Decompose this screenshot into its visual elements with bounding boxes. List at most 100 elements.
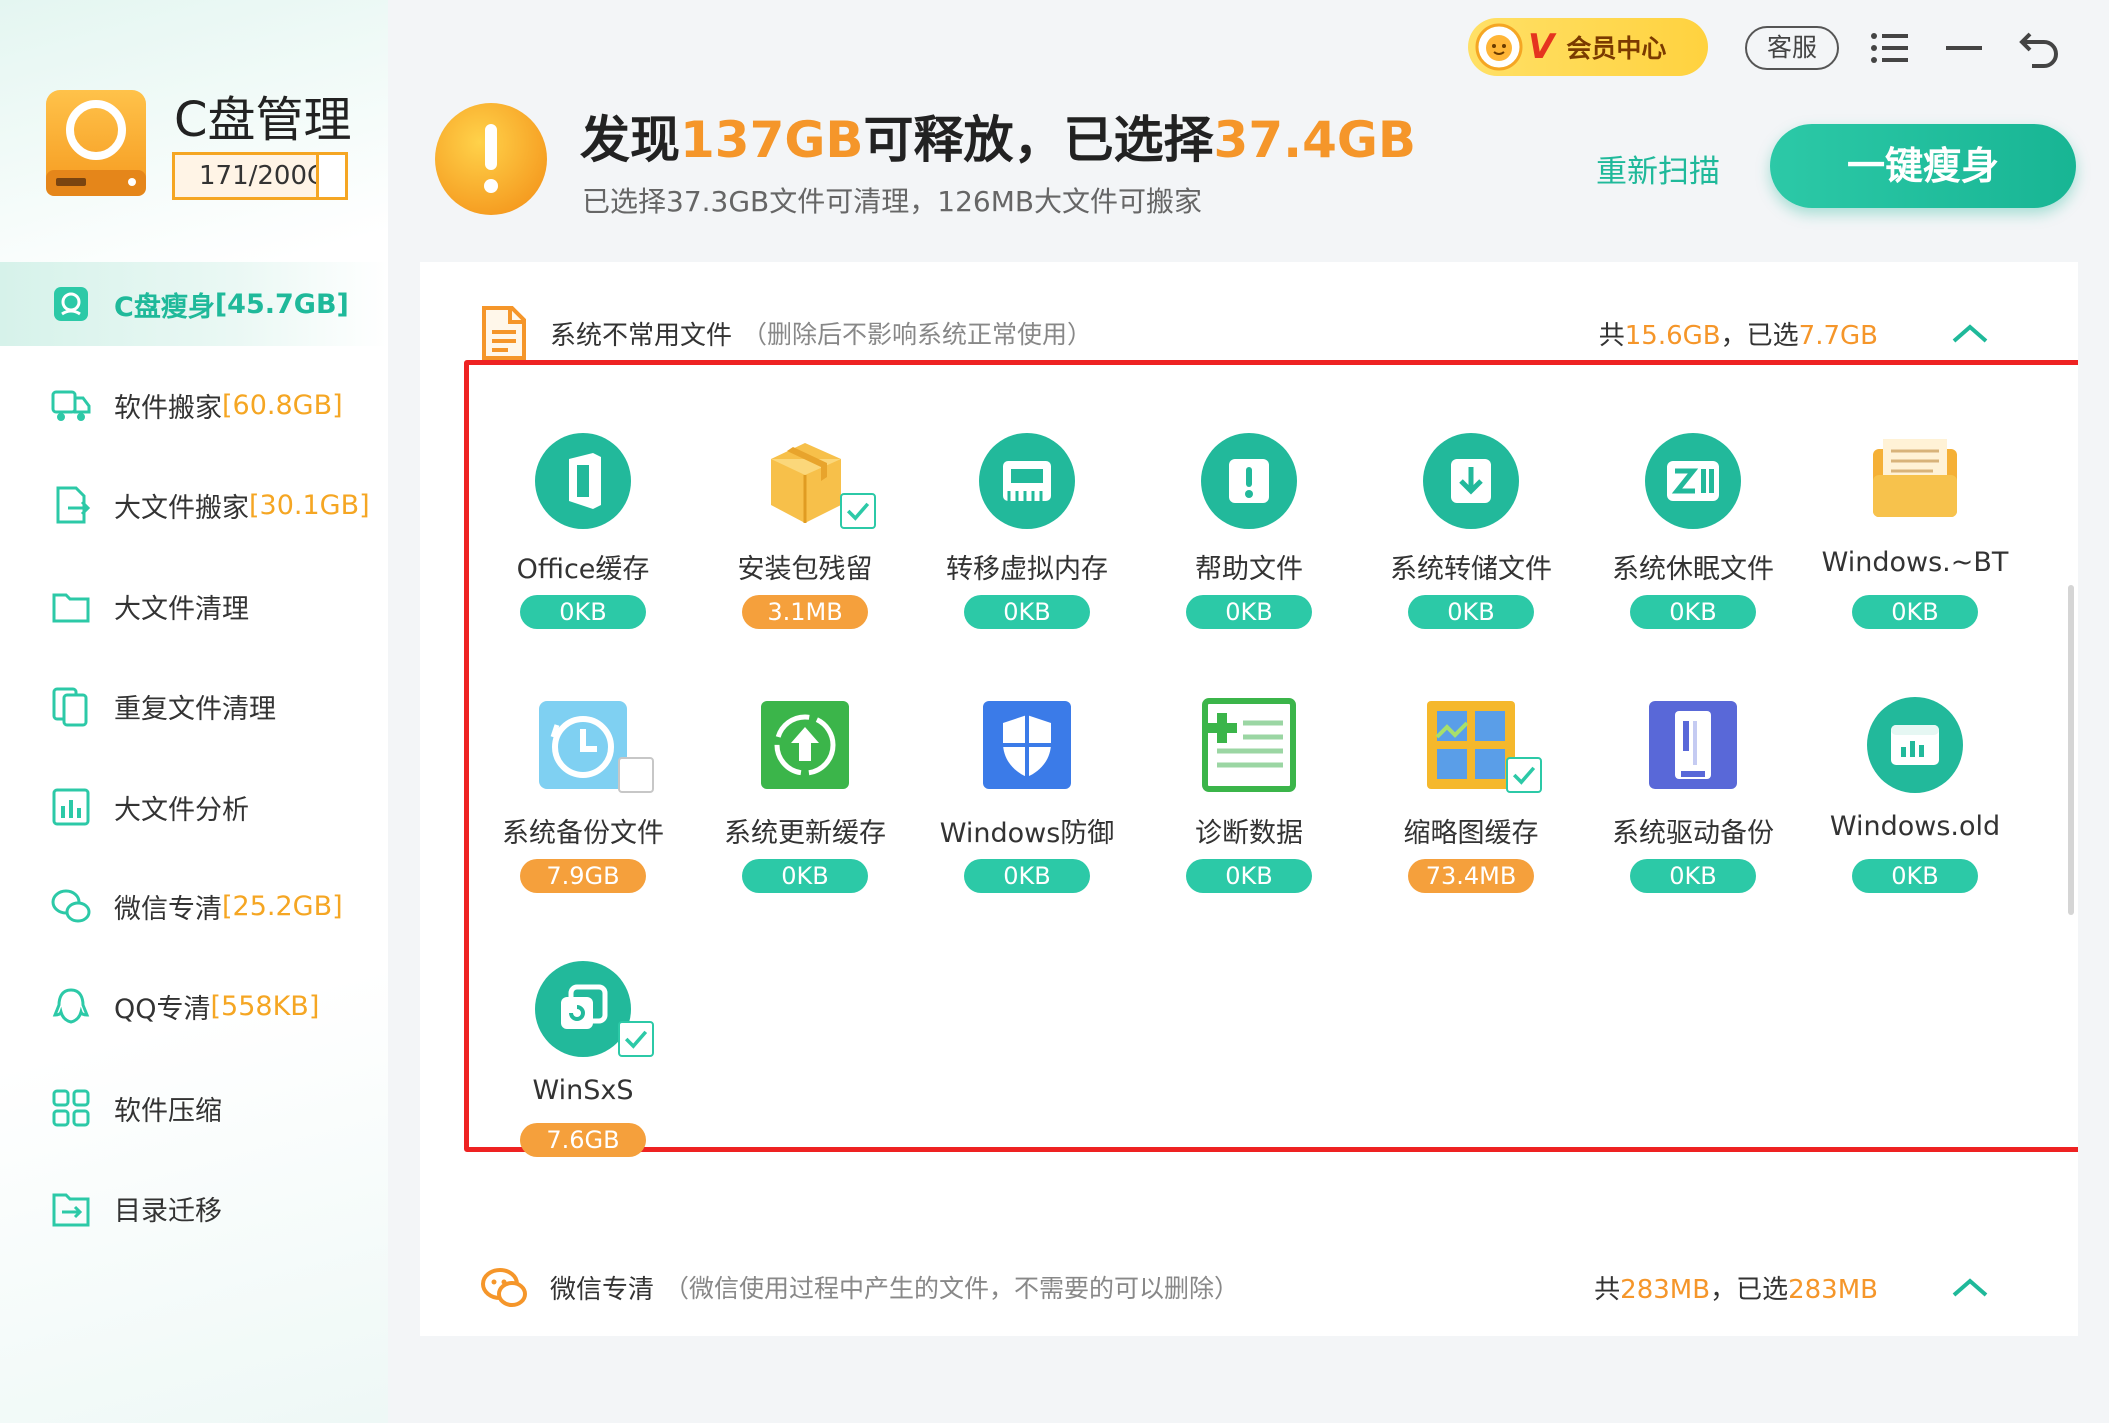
section-title: 微信专清 (550, 1274, 655, 1305)
check-icon (1512, 766, 1536, 785)
file-move-icon (56, 486, 91, 524)
tile-size-badge: 0KB (1630, 859, 1756, 893)
help-icon (1201, 433, 1297, 529)
sidebar-item-size: [60.8GB] (222, 389, 343, 421)
vip-v-icon: V (1528, 27, 1555, 67)
sidebar-item-7[interactable]: 微信专清 [25.2GB] (0, 864, 388, 948)
section-desc: （微信使用过程中产生的文件，不需要的可以删除） (664, 1274, 1240, 1303)
menu-icon[interactable] (1868, 26, 1912, 70)
tile-size-badge: 3.1MB (742, 595, 868, 629)
file-category-tile[interactable]: Windows.~BT 0KB (1804, 397, 2026, 637)
section-wechat-header[interactable]: 微信专清 （微信使用过程中产生的文件，不需要的可以删除） 共283MB，已选28… (420, 1252, 2078, 1322)
sidebar-item-label: C盘瘦身 (114, 291, 215, 323)
bar-chart-icon (52, 788, 90, 826)
tile-size-badge: 7.6GB (520, 1123, 646, 1157)
sidebar-item-5[interactable]: 重复文件清理 (0, 664, 388, 748)
sleep-icon (1645, 433, 1741, 529)
file-category-tile[interactable]: 系统休眠文件 0KB (1582, 397, 1804, 637)
file-category-tile[interactable]: Office缓存 0KB (472, 397, 694, 637)
sidebar-item-size: [30.1GB] (249, 489, 370, 521)
tile-name: 缩略图缓存 (1403, 818, 1539, 849)
chevron-up-icon[interactable] (1950, 321, 1990, 345)
customer-service-button[interactable]: 客服 (1745, 26, 1839, 70)
folder-icon (52, 593, 90, 623)
tile-size-badge: 0KB (1186, 859, 1312, 893)
tile-size-badge: 73.4MB (1408, 859, 1534, 893)
sidebar-item-size: [25.2GB] (222, 890, 343, 922)
tile-checkbox[interactable] (618, 757, 654, 793)
check-icon (624, 1030, 648, 1049)
total-label: 共 (1594, 1274, 1621, 1305)
sidebar-item-label: 微信专清 (114, 893, 222, 925)
tile-size-badge: 0KB (1408, 595, 1534, 629)
windows-old-icon (1867, 697, 1963, 793)
file-category-tile[interactable]: 帮助文件 0KB (1138, 397, 1360, 637)
found-size: 137GB (680, 111, 864, 169)
tile-name: Office缓存 (516, 554, 650, 585)
back-icon[interactable] (2018, 26, 2062, 70)
tile-name: 转移虚拟内存 (946, 554, 1108, 585)
total-size: 15.6GB (1624, 320, 1721, 351)
cleanup-panel: 系统不常用文件 （删除后不影响系统正常使用） 共15.6GB，已选7.7GB O… (420, 262, 2078, 1336)
sidebar-item-10[interactable]: 目录迁移 (0, 1166, 388, 1250)
selected-size-section: 283MB (1788, 1274, 1878, 1305)
tile-name: 系统转储文件 (1390, 554, 1552, 585)
tile-name: 帮助文件 (1195, 554, 1303, 585)
file-category-tile[interactable]: 系统更新缓存 0KB (694, 661, 916, 901)
file-category-tile[interactable]: Windows防御 0KB (916, 661, 1138, 901)
disk-slim-icon (54, 287, 88, 321)
sidebar-item-label: 重复文件清理 (114, 693, 276, 725)
file-category-tile[interactable]: 系统驱动备份 0KB (1582, 661, 1804, 901)
sidebar-item-1[interactable]: C盘瘦身 [45.7GB] (0, 262, 388, 346)
tile-checkbox[interactable] (618, 1021, 654, 1057)
file-category-tile[interactable]: Windows.old 0KB (1804, 661, 2026, 901)
tile-size-badge: 0KB (964, 859, 1090, 893)
tile-size-badge: 0KB (520, 595, 646, 629)
file-category-tile[interactable]: 缩略图缓存 73.4MB (1360, 661, 1582, 901)
rescan-link[interactable]: 重新扫描 (1596, 146, 1720, 191)
section-desc: （删除后不影响系统正常使用） (742, 320, 1093, 349)
sidebar-item-4[interactable]: 大文件清理 (0, 564, 388, 648)
download-icon (1423, 433, 1519, 529)
section-system-files-header[interactable]: 系统不常用文件 （删除后不影响系统正常使用） 共15.6GB，已选7.7GB (420, 298, 2078, 368)
file-category-tile[interactable]: 安装包残留 3.1MB (694, 397, 916, 637)
sidebar-item-6[interactable]: 大文件分析 (0, 765, 388, 849)
tile-name: 系统驱动备份 (1612, 818, 1774, 849)
minimize-icon[interactable] (1942, 26, 1986, 70)
tile-size-badge: 0KB (1630, 595, 1756, 629)
diagnostic-icon (1202, 698, 1296, 792)
file-category-tile[interactable]: 诊断数据 0KB (1138, 661, 1360, 901)
title-text-found: 发现 (580, 111, 680, 169)
total-size: 283MB (1620, 1274, 1711, 1305)
file-category-tile[interactable]: 系统备份文件 7.9GB (472, 661, 694, 901)
app-title: C盘管理 (174, 92, 352, 148)
disk-logo-icon (46, 90, 146, 196)
sidebar-item-2[interactable]: 软件搬家 [60.8GB] (0, 363, 388, 447)
sidebar-item-label: 软件搬家 (114, 392, 222, 424)
one-click-slim-button[interactable]: 一键瘦身 (1770, 124, 2076, 208)
selected-size-section: 7.7GB (1798, 320, 1878, 351)
file-category-tile[interactable]: 系统转储文件 0KB (1360, 397, 1582, 637)
tile-size-badge: 0KB (742, 859, 868, 893)
folder-doc-icon (1873, 439, 1957, 517)
sidebar-item-9[interactable]: 软件压缩 (0, 1066, 388, 1150)
tile-size-badge: 0KB (964, 595, 1090, 629)
file-category-tile[interactable]: WinSxS 7.6GB (472, 925, 694, 1165)
chevron-up-icon[interactable] (1950, 1275, 1990, 1299)
vip-label: 会员中心 (1566, 34, 1667, 63)
vip-center-button[interactable]: V 会员中心 (1468, 18, 1708, 76)
office-icon (535, 433, 631, 529)
tile-checkbox[interactable] (840, 493, 876, 529)
vip-avatar-icon (1475, 23, 1523, 71)
shield-icon (983, 701, 1071, 789)
section-total: 共283MB，已选283MB (1594, 1269, 1878, 1306)
sidebar-item-8[interactable]: QQ专清 [558KB] (0, 964, 388, 1048)
sidebar-item-3[interactable]: 大文件搬家 [30.1GB] (0, 463, 388, 547)
total-label: 共 (1598, 320, 1625, 351)
check-icon (846, 502, 870, 521)
tile-name: Windows防御 (939, 818, 1115, 849)
tile-checkbox[interactable] (1506, 757, 1542, 793)
scrollbar[interactable] (2068, 585, 2074, 915)
file-category-tile[interactable]: 转移虚拟内存 0KB (916, 397, 1138, 637)
sidebar: C盘管理 171/200G C盘瘦身 [45.7GB] 软件搬家 [60.8GB] 大文… (0, 0, 388, 1423)
